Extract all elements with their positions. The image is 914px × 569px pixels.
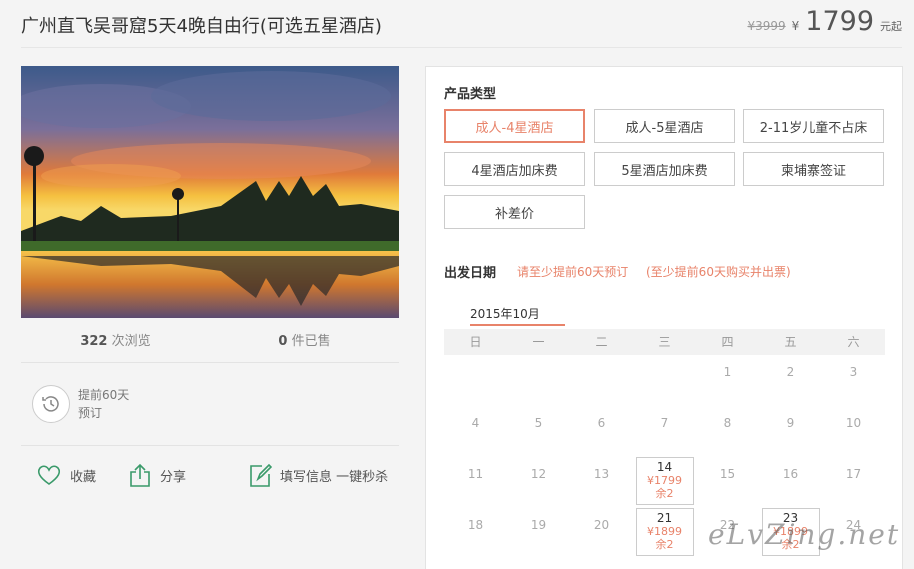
departure-date-label: 出发日期 [444,266,497,281]
option-5star-extra-bed[interactable]: 5星酒店加床费 [594,152,735,186]
header-divider [21,47,902,48]
calendar-day: 3 [825,355,883,403]
calendar-day: 10 [825,406,883,454]
calendar-day: 17 [825,457,883,505]
calendar-day: 6 [573,406,631,454]
booking-advance: 提前60天 预订 [32,385,129,423]
option-adult-5star[interactable]: 成人-5星酒店 [594,109,735,143]
day-number: 10 [845,416,862,430]
day-stock: 余2 [655,538,674,551]
action-bar: 收藏 分享 填写信息 一键秒杀 [36,462,388,488]
weekday-label: 五 [784,335,797,349]
price-box: ¥3999 ¥ 1799 元起 [747,6,902,37]
edit-icon [250,463,273,487]
option-price-difference[interactable]: 补差价 [444,195,585,229]
product-type-label: 产品类型 [444,87,497,102]
day-number: 18 [467,518,484,532]
calendar-day: 1 [699,355,757,403]
day-number: 19 [530,518,547,532]
month-tab[interactable]: 2015年10月 [470,305,540,322]
view-count: 322 次浏览 [80,334,151,349]
calendar-day: 8 [699,406,757,454]
price-unit: 元起 [880,20,902,33]
heart-icon [37,465,61,485]
original-price: ¥3999 [747,19,786,33]
fill-info-button[interactable]: 填写信息 一键秒杀 [248,462,388,488]
day-price: ¥1799 [647,474,682,487]
share-button[interactable]: 分享 [128,462,186,488]
day-number: 7 [660,416,669,430]
calendar-day: 9 [762,406,820,454]
history-clock-icon [32,385,70,423]
calendar-day: 7 [636,406,694,454]
sold-count: 0 件已售 [278,334,331,349]
calendar-day: 15 [699,457,757,505]
day-number: 12 [530,467,547,481]
advance-note: 请至少提前60天预订 [517,265,629,279]
share-icon [130,463,150,487]
day-number: 3 [849,365,858,379]
weekday-label: 日 [469,335,482,349]
calendar-day: 20 [573,508,631,556]
weekday-label: 二 [595,335,608,349]
weekday-label: 六 [847,335,860,349]
calendar-day: 16 [762,457,820,505]
calendar-day-available[interactable]: 14 ¥1799 余2 [635,457,694,505]
month-tab-underline [470,324,565,326]
day-number: 2 [786,365,795,379]
day-number: 9 [786,416,795,430]
day-stock: 余2 [655,487,674,500]
option-child-no-bed[interactable]: 2-11岁儿童不占床 [743,109,884,143]
page-title: 广州直飞吴哥窟5天4晚自由行(可选五星酒店) [21,16,382,37]
calendar-day: 5 [510,406,568,454]
product-photo [21,66,399,318]
calendar-day-available[interactable]: 21 ¥1899 余2 [635,508,694,556]
day-number: 8 [723,416,732,430]
booking-panel: 产品类型 成人-4星酒店 成人-5星酒店 2-11岁儿童不占床 4星酒店加床费 … [425,66,903,569]
weekday-label: 一 [532,335,545,349]
day-number: 11 [467,467,484,481]
day-number: 1 [723,365,732,379]
weekday-label: 三 [658,335,671,349]
currency-symbol: ¥ [791,19,800,33]
calendar-day: 12 [510,457,568,505]
share-label: 分享 [160,469,187,485]
calendar-day: 13 [573,457,631,505]
calendar-day: 19 [510,508,568,556]
calendar-day: 4 [447,406,505,454]
option-adult-4star[interactable]: 成人-4星酒店 [444,109,585,143]
day-number: 13 [593,467,610,481]
day-number: 5 [534,416,543,430]
day-number: 16 [782,467,799,481]
day-number: 6 [597,416,606,430]
booking-advance-label: 预订 [78,406,103,420]
calendar-day: 18 [447,508,505,556]
watermark: eLvZing.net [708,518,901,551]
day-number: 4 [471,416,480,430]
option-cambodia-visa[interactable]: 柬埔寨签证 [743,152,884,186]
fill-info-label: 填写信息 一键秒杀 [280,469,389,485]
calendar-day: 2 [762,355,820,403]
option-4star-extra-bed[interactable]: 4星酒店加床费 [444,152,585,186]
current-price: 1799 [805,6,874,37]
weekday-label: 四 [721,335,734,349]
day-number: 15 [719,467,736,481]
weekday-header: 日一二三四五六 [444,329,885,355]
booking-advance-days: 提前60天 [78,388,130,402]
divider [21,362,399,363]
day-number: 20 [593,518,610,532]
favorite-button[interactable]: 收藏 [36,463,96,487]
day-number: 21 [656,511,673,525]
ticketing-note: (至少提前60天购买并出票) [646,265,791,279]
calendar-day: 11 [447,457,505,505]
divider [21,445,399,446]
day-number: 17 [845,467,862,481]
stats-row: 322 次浏览 0 件已售 [21,330,399,354]
day-price: ¥1899 [647,525,682,538]
day-number: 14 [656,460,673,474]
favorite-label: 收藏 [70,469,97,485]
